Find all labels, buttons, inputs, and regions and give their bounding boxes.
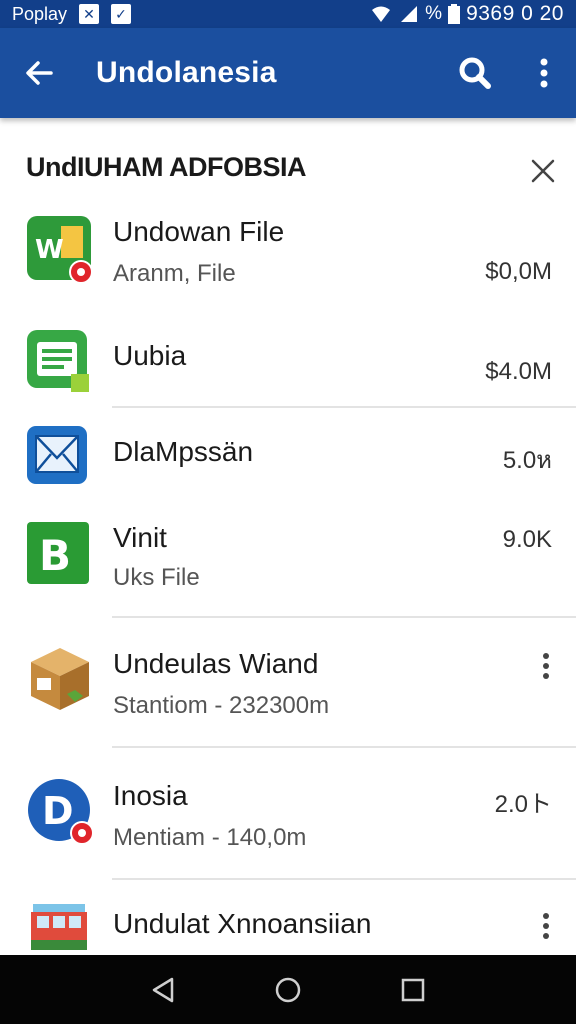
- battery-icon: [448, 4, 461, 24]
- svg-text:W: W: [35, 235, 64, 265]
- item-title: Inosia: [113, 780, 188, 811]
- square-recents-icon: [402, 978, 425, 1001]
- back-button[interactable]: [4, 28, 74, 118]
- carrier-name: Poplay: [12, 3, 68, 24]
- close-icon: [531, 159, 555, 183]
- wifi-icon: [372, 6, 391, 22]
- nav-back-button[interactable]: [133, 960, 193, 1020]
- sheet-header: UndIUHAM ADFOBSIA: [0, 118, 576, 208]
- item-overflow-button[interactable]: [528, 644, 564, 688]
- item-subtitle: Aranm, File: [113, 260, 236, 287]
- status-bar: Poplay ✕ ✓ % 9369 0 20: [0, 0, 576, 28]
- app-title: Undolanesia: [96, 56, 277, 89]
- list-item[interactable]: Undeulas Wiand Stantiom - 232300m: [0, 618, 576, 746]
- nav-recents-button[interactable]: [383, 960, 443, 1020]
- item-title: Undulat Xnnoansiian: [113, 908, 372, 939]
- item-subtitle: Uks File: [113, 564, 200, 591]
- mail-app-icon: [27, 426, 91, 490]
- close-button[interactable]: [520, 148, 566, 194]
- item-size: $0,0M: [485, 258, 552, 285]
- notes-app-icon: [27, 330, 91, 394]
- search-button[interactable]: [450, 48, 500, 98]
- more-vert-icon: [540, 58, 548, 88]
- list-item[interactable]: D Inosia Mentiam - 140,0m 2.0ト: [0, 748, 576, 878]
- search-icon: [459, 57, 491, 89]
- status-left: Poplay ✕ ✓: [12, 3, 132, 25]
- app-bar: Undolanesia: [0, 28, 576, 118]
- navigation-bar: [0, 955, 576, 1024]
- battery-text: %: [425, 3, 443, 24]
- item-size: $4.0M: [485, 358, 552, 385]
- item-subtitle: Stantiom - 232300m: [113, 692, 330, 719]
- svg-text:D: D: [42, 789, 74, 833]
- status-right: % 9369 0 20: [369, 2, 564, 26]
- missed-notification-icon: ✕: [79, 4, 100, 24]
- check-notification-icon: ✓: [111, 4, 132, 24]
- item-overflow-button[interactable]: [528, 904, 564, 948]
- arrow-back-icon: [26, 61, 53, 85]
- circle-home-icon: [275, 977, 301, 1002]
- blue-d-app-icon: D: [27, 778, 94, 845]
- list-item[interactable]: Undulat Xnnoansiian: [0, 880, 576, 955]
- signal-icon: [401, 6, 418, 22]
- item-title: Uubia: [113, 340, 187, 371]
- item-title: DlaMpssän: [113, 436, 254, 467]
- sheet-title: UndIUHAM ADFOBSIA: [26, 152, 306, 182]
- item-size: 2.0ト: [494, 791, 552, 818]
- status-time: 9369 0 20: [466, 2, 564, 25]
- list-item[interactable]: DlaMpssän 5.0ห: [0, 408, 576, 500]
- tram-app-icon: [27, 900, 91, 955]
- item-title: Undeulas Wiand: [113, 648, 319, 679]
- more-vert-icon: [543, 653, 549, 679]
- list-item[interactable]: Uubia $4.0M: [0, 320, 576, 406]
- item-subtitle: Mentiam - 140,0m: [113, 824, 307, 851]
- overflow-menu-button[interactable]: [522, 48, 566, 98]
- list-item[interactable]: W Undowan File Aranm, File $0,0M: [0, 208, 576, 303]
- triangle-back-icon: [152, 977, 173, 1002]
- svg-text:B: B: [39, 531, 71, 580]
- item-title: Undowan File: [113, 216, 285, 247]
- item-size: 9.0K: [502, 526, 552, 553]
- item-title: Vinit: [113, 522, 167, 553]
- spreadsheet-app-icon: W: [27, 216, 93, 284]
- nav-home-button[interactable]: [258, 960, 318, 1020]
- green-b-app-icon: B: [27, 522, 91, 586]
- more-vert-icon: [543, 913, 549, 939]
- list-item[interactable]: B Vinit Uks File 9.0K: [0, 500, 576, 616]
- package-box-icon: [27, 644, 91, 710]
- item-size: 5.0ห: [502, 447, 552, 474]
